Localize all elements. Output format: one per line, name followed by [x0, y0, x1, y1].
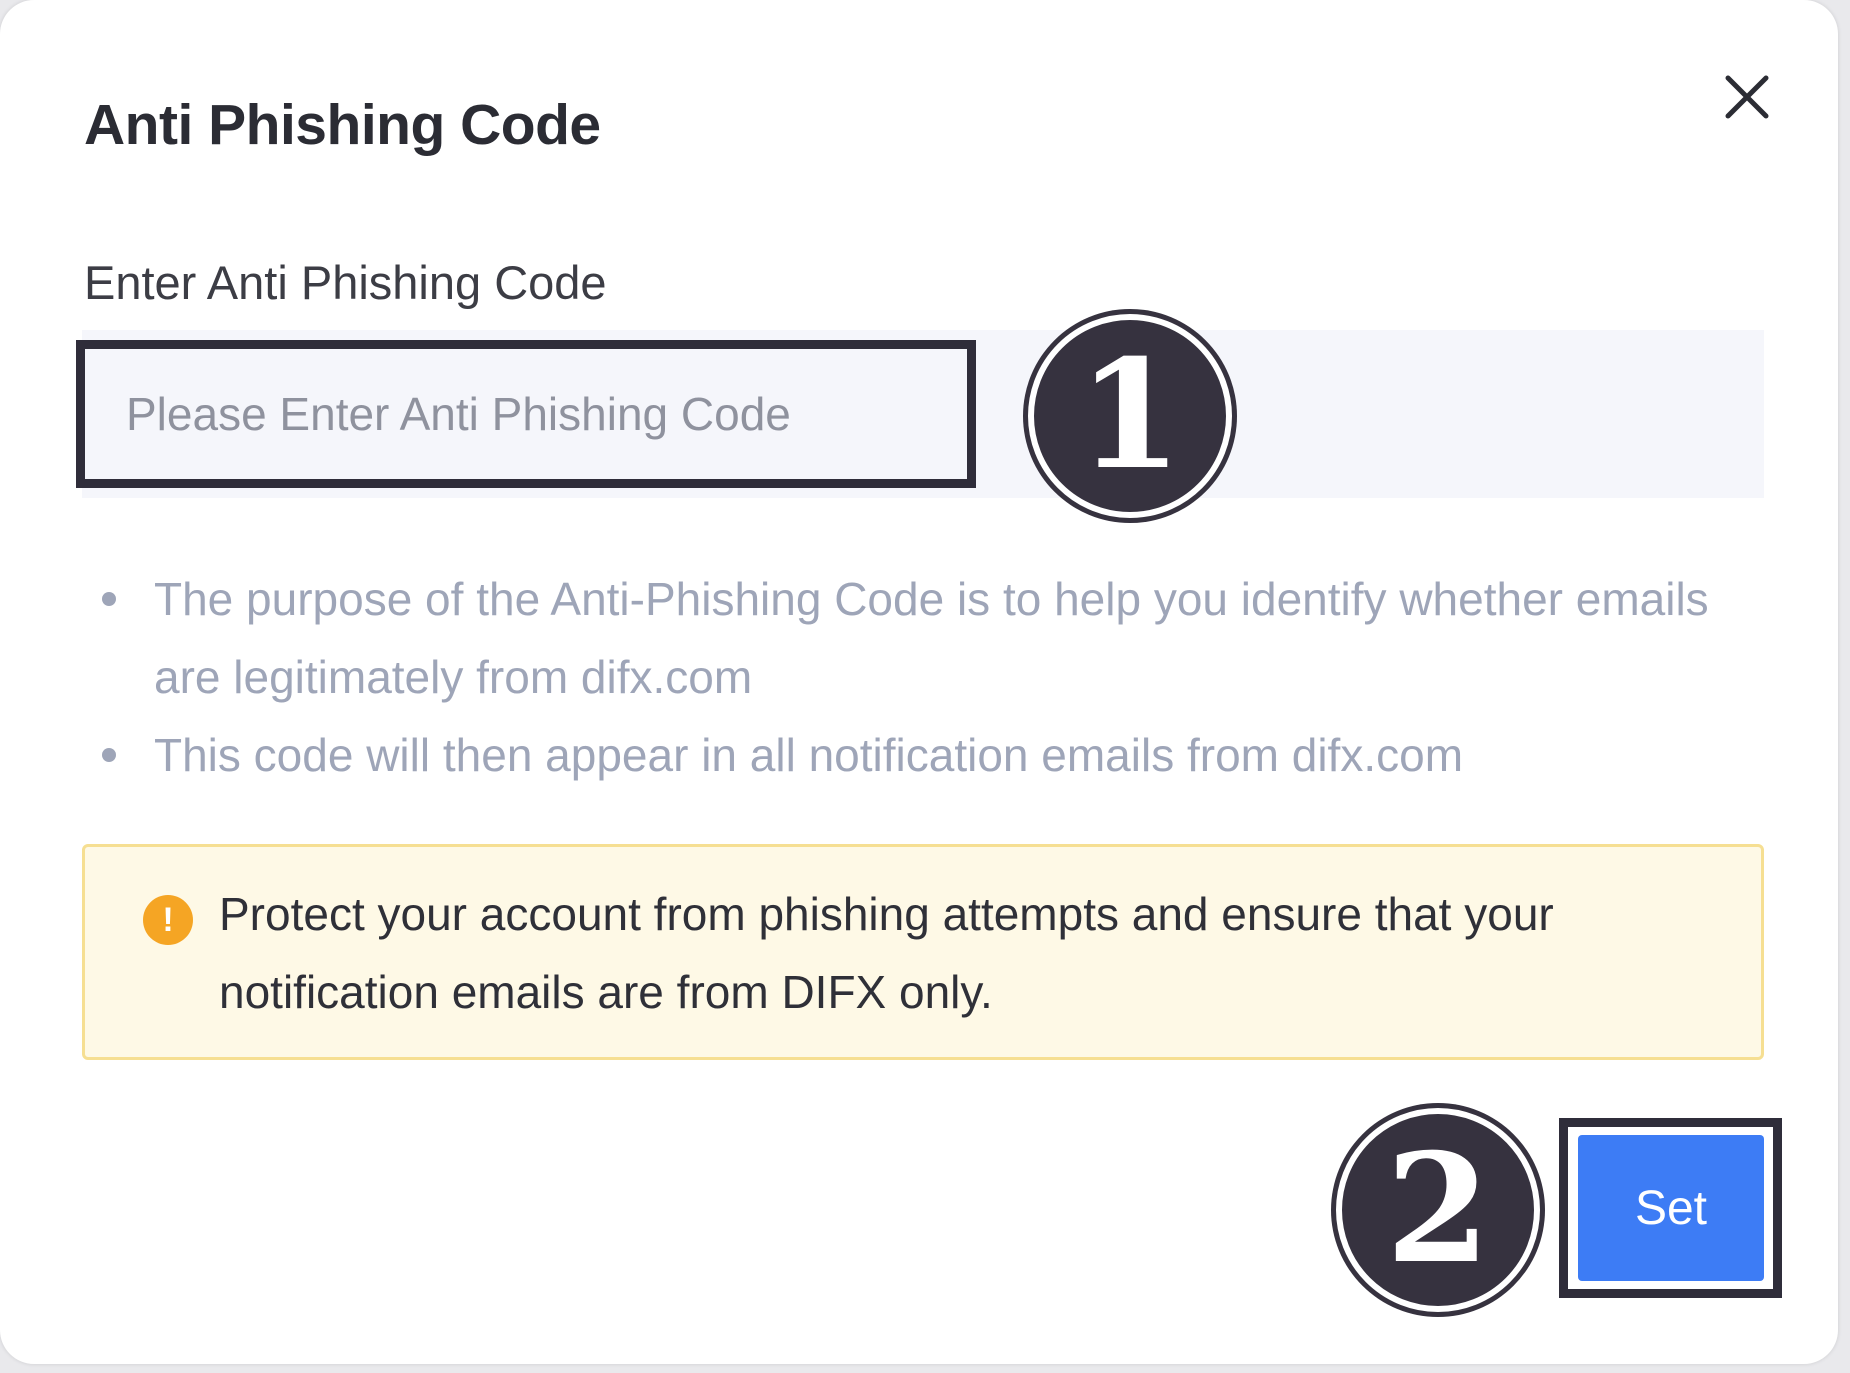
warning-banner: ! Protect your account from phishing att… — [82, 844, 1764, 1060]
bullet-icon — [102, 748, 116, 762]
anti-phishing-code-input[interactable] — [86, 350, 966, 478]
warning-text: Protect your account from phishing attem… — [219, 888, 1554, 1018]
warning-icon: ! — [143, 895, 193, 945]
set-button[interactable]: Set — [1578, 1135, 1764, 1281]
step-1-marker: 1 — [1028, 314, 1232, 518]
bullet-icon — [102, 592, 116, 606]
anti-phishing-code-label: Enter Anti Phishing Code — [84, 256, 607, 309]
anti-phishing-dialog: Anti Phishing Code Enter Anti Phishing C… — [0, 0, 1838, 1364]
info-item-text: This code will then appear in all notifi… — [154, 729, 1464, 781]
step-2-marker: 2 — [1336, 1108, 1540, 1312]
info-item: The purpose of the Anti-Phishing Code is… — [100, 560, 1740, 716]
info-list: The purpose of the Anti-Phishing Code is… — [100, 560, 1740, 794]
dialog-title: Anti Phishing Code — [84, 93, 601, 157]
info-item: This code will then appear in all notifi… — [100, 716, 1740, 794]
info-item-text: The purpose of the Anti-Phishing Code is… — [154, 573, 1709, 703]
close-icon[interactable] — [1714, 64, 1780, 130]
